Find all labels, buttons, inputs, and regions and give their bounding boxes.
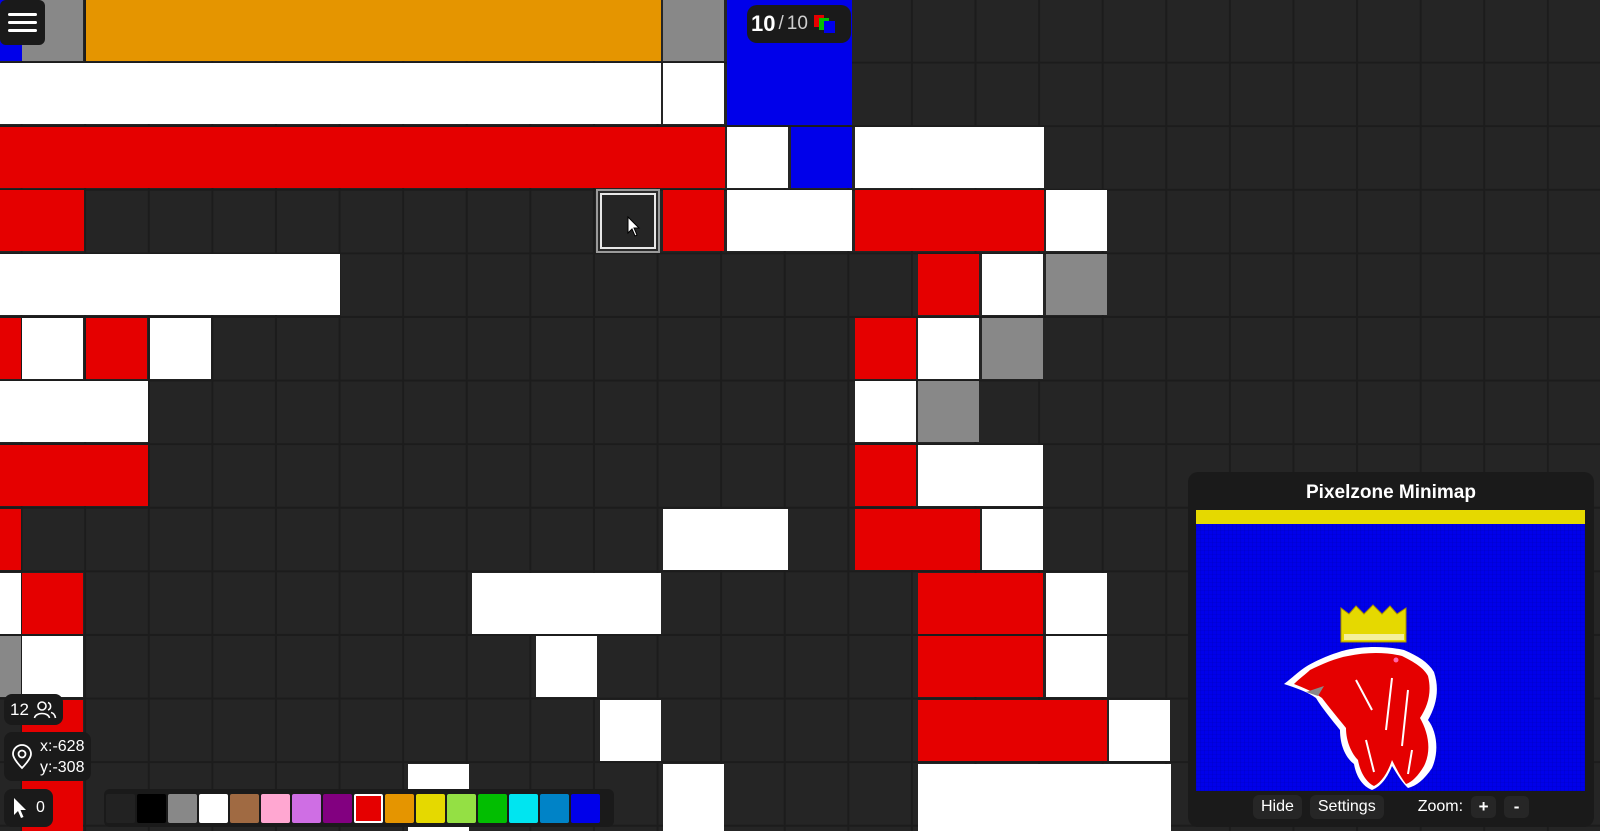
pixel-charges-counter: 10 / 10 (747, 5, 851, 43)
minimap-settings-button[interactable]: Settings (1309, 794, 1384, 819)
canvas-pixel (855, 509, 980, 570)
online-users-badge: 12 (4, 694, 63, 725)
canvas-pixel (22, 636, 83, 697)
canvas-pixel (22, 318, 83, 379)
color-palette (104, 789, 614, 827)
canvas-pixel (0, 636, 21, 697)
canvas-pixel (1046, 636, 1107, 697)
canvas-pixel (855, 381, 916, 442)
canvas-pixel (918, 381, 979, 442)
canvas-pixel (918, 445, 1043, 506)
canvas-pixel (0, 509, 21, 570)
palette-swatch-1[interactable] (137, 793, 166, 823)
online-count: 12 (10, 699, 29, 719)
canvas-pixel (86, 0, 661, 61)
charges-separator: / (778, 13, 784, 34)
palette-swatch-6[interactable] (292, 793, 321, 823)
cursor-icon (14, 798, 26, 818)
canvas-pixel (855, 190, 1044, 251)
palette-swatch-0[interactable] (106, 793, 135, 823)
canvas-pixel (918, 318, 979, 379)
canvas-pixel (918, 764, 1171, 831)
coordinates-display: x:-628 y:-308 (4, 732, 91, 781)
canvas-pixel (918, 573, 1043, 634)
palette-swatch-12[interactable] (478, 793, 507, 823)
users-icon (33, 700, 57, 718)
canvas-pixel (0, 381, 148, 442)
canvas-pixel (663, 764, 724, 831)
zoom-out-button[interactable]: - (1504, 795, 1530, 818)
canvas-pixel (1046, 254, 1107, 315)
coord-y: y:-308 (40, 758, 85, 776)
palette-swatch-9[interactable] (385, 793, 414, 823)
minimap-hide-button[interactable]: Hide (1252, 794, 1302, 819)
cursor-count-badge: 0 (4, 789, 53, 827)
minimap-panel: Pixelzone Minimap Hide Settings Zoom: + … (1188, 472, 1594, 827)
canvas-pixel (791, 127, 852, 188)
canvas-pixel (0, 254, 340, 315)
minimap-controls: Hide Settings Zoom: + - (1188, 794, 1594, 819)
palette-swatch-15[interactable] (571, 793, 600, 823)
canvas-pixel (727, 127, 788, 188)
hamburger-icon (8, 21, 37, 24)
pointer-icon (627, 216, 641, 237)
canvas-pixel (0, 127, 725, 188)
minimap-artwork (1196, 510, 1585, 791)
canvas-pixel (918, 700, 1107, 761)
canvas-pixel (982, 318, 1043, 379)
palette-swatch-4[interactable] (230, 793, 259, 823)
canvas-pixel (663, 509, 788, 570)
zoom-label: Zoom: (1417, 797, 1464, 815)
canvas-pixel (1046, 573, 1107, 634)
canvas-pixel (0, 445, 148, 506)
palette-swatch-2[interactable] (168, 793, 197, 823)
canvas-pixel (982, 509, 1043, 570)
palette-swatch-11[interactable] (447, 793, 476, 823)
palette-swatch-5[interactable] (261, 793, 290, 823)
hamburger-icon (8, 29, 37, 32)
canvas-pixel (600, 700, 661, 761)
canvas-pixel (0, 63, 661, 124)
canvas-pixel (663, 190, 724, 251)
canvas-pixel (918, 254, 979, 315)
palette-swatch-7[interactable] (323, 793, 352, 823)
canvas-pixel (918, 636, 1043, 697)
canvas-pixel (0, 318, 21, 379)
palette-swatch-8[interactable] (354, 793, 383, 823)
canvas-pixel (536, 636, 597, 697)
minimap-title: Pixelzone Minimap (1306, 482, 1476, 503)
location-pin-icon (12, 743, 32, 769)
coord-x: x:-628 (40, 737, 85, 755)
zoom-in-button[interactable]: + (1471, 795, 1497, 818)
canvas-pixel (1046, 190, 1107, 251)
canvas-pixel (0, 573, 21, 634)
palette-swatch-14[interactable] (540, 793, 569, 823)
palette-swatch-10[interactable] (416, 793, 445, 823)
canvas-pixel (150, 318, 211, 379)
canvas-pixel (855, 127, 1044, 188)
canvas-pixel (855, 318, 916, 379)
palette-swatch-3[interactable] (199, 793, 228, 823)
canvas-pixel (1109, 700, 1170, 761)
canvas-pixel (86, 318, 147, 379)
charges-current: 10 (751, 11, 776, 36)
hamburger-icon (8, 13, 37, 16)
minimap-view[interactable] (1196, 510, 1585, 791)
canvas-pixel (855, 445, 916, 506)
canvas-pixel (663, 63, 724, 124)
charges-max: 10 (786, 13, 808, 34)
canvas-pixel (472, 573, 661, 634)
cursor-count: 0 (36, 799, 45, 816)
canvas-pixel (663, 0, 724, 61)
menu-button[interactable] (0, 0, 45, 45)
palette-swatch-13[interactable] (509, 793, 538, 823)
canvas-pixel (0, 190, 84, 251)
stacked-squares-icon (813, 15, 835, 33)
canvas-pixel (982, 254, 1043, 315)
canvas-pixel (22, 573, 83, 634)
canvas-pixel (727, 190, 852, 251)
